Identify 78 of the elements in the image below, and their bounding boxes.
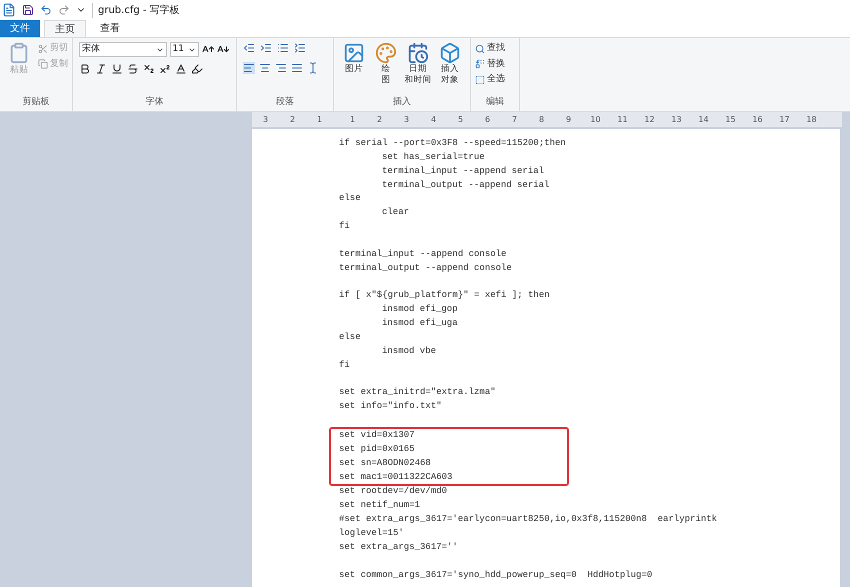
calendar-icon (407, 42, 429, 64)
align-center-icon[interactable] (259, 62, 271, 74)
group-label: 插入 (392, 96, 412, 108)
code-line: set rootdev=/dev/md0 (339, 485, 448, 498)
code-line: fi (339, 358, 351, 372)
edit-button[interactable]: 全选 (475, 73, 515, 86)
font-family-field[interactable]: 宋体 (79, 42, 166, 57)
group-label: 字体 (144, 96, 164, 108)
ribbon-tab[interactable]: 文件 (0, 20, 40, 37)
replace-icon (475, 59, 485, 70)
align-right-icon[interactable] (275, 62, 287, 74)
select-all-icon (475, 74, 485, 85)
increase-indent-icon[interactable] (260, 42, 272, 54)
code-line: loglevel=15' (339, 527, 405, 540)
font-color-icon[interactable] (175, 63, 187, 75)
paragraph-icon[interactable] (307, 62, 319, 74)
code-line: fi (339, 220, 351, 234)
code-line: set netif_num=1 (339, 499, 422, 512)
underline-icon[interactable] (111, 63, 123, 75)
subscript-icon[interactable] (143, 63, 155, 75)
app-icon (2, 3, 16, 17)
code-line: set mac1=0011322CA603 (339, 470, 454, 484)
superscript-icon[interactable] (159, 63, 171, 75)
scissors-icon (38, 44, 48, 54)
window-title: grub.cfg - 写字板 (92, 2, 180, 18)
code-line: set common_args_3617='syno_hdd_powerup_seq=0 HddHotplug=0 (339, 568, 654, 582)
strikethrough-icon[interactable] (127, 63, 139, 75)
italic-icon[interactable] (95, 63, 107, 75)
highlighter-icon[interactable] (191, 63, 203, 75)
code-line: set info="info.txt" (339, 400, 443, 414)
insert-button[interactable]: 日期 和时间 (404, 42, 432, 96)
code-line: if serial --port=0x3F8 --speed=115200;then (339, 137, 567, 150)
ribbon-tab[interactable]: 查看 (90, 20, 130, 37)
code-line: terminal_input --append console (339, 248, 508, 261)
insert-button[interactable]: 插入 对象 (436, 42, 464, 96)
bold-icon[interactable] (79, 63, 91, 75)
edit-button[interactable]: 替换 (475, 58, 515, 71)
insert-button[interactable]: 绘 图 (372, 42, 400, 96)
search-icon (475, 44, 485, 54)
line-spacing-icon[interactable] (294, 42, 306, 54)
copy-icon (38, 59, 48, 70)
code-line: set vid=0x1307 (339, 429, 416, 442)
cube-icon (439, 42, 461, 64)
group-label: 段落 (275, 96, 295, 108)
picture-icon (343, 42, 365, 64)
code-line: else (339, 192, 362, 206)
ribbon-tab[interactable]: 主页 (44, 20, 86, 37)
code-line: set extra_initrd="extra.lzma" (339, 386, 497, 400)
code-line: clear (381, 206, 410, 220)
code-line: else (339, 331, 362, 344)
insert-button[interactable]: 图片 (340, 42, 368, 96)
code-line: insmod efi_gop (381, 303, 459, 316)
code-line: set extra_args_3617='' (339, 540, 459, 554)
code-line: terminal_output --append console (339, 262, 513, 275)
code-line: if [ x"${grub_platform}" = xefi ]; then (339, 289, 551, 302)
code-line: set pid=0x0165 (339, 442, 416, 456)
save-icon[interactable] (22, 4, 34, 16)
font-size-value: 11 (172, 42, 184, 56)
code-line: #set extra_args_3617='earlycon=uart8250,io,0x3f8,115200n8 earlyprintk (339, 513, 718, 526)
redo-icon[interactable] (58, 4, 70, 16)
code-line: set sn=A8ODN02468 (339, 456, 432, 470)
code-line: insmod efi_uga (381, 317, 459, 330)
group-label: 编辑 (485, 96, 505, 108)
align-left-icon[interactable] (243, 62, 255, 74)
justify-icon[interactable] (291, 62, 303, 74)
edit-button[interactable]: 查找 (475, 42, 515, 56)
undo-icon[interactable] (40, 4, 52, 16)
code-line: terminal_input --append serial (381, 164, 546, 178)
code-line: insmod vbe (381, 344, 438, 358)
clipboard-icon (8, 42, 30, 64)
ruler: 3 2 1 1 2 3 4 5 6 7 8 9 10 11 12 13 14 15 16 17 18 (252, 112, 842, 127)
font-size-field[interactable]: 11 (170, 42, 199, 57)
font-family-value: 宋体 (82, 42, 100, 56)
group-label: 剪贴板 (22, 96, 50, 108)
palette-icon (375, 42, 397, 64)
code-line: set has_serial=true (381, 150, 486, 164)
code-line: terminal_output --append serial (381, 178, 550, 192)
decrease-indent-icon[interactable] (243, 42, 255, 54)
